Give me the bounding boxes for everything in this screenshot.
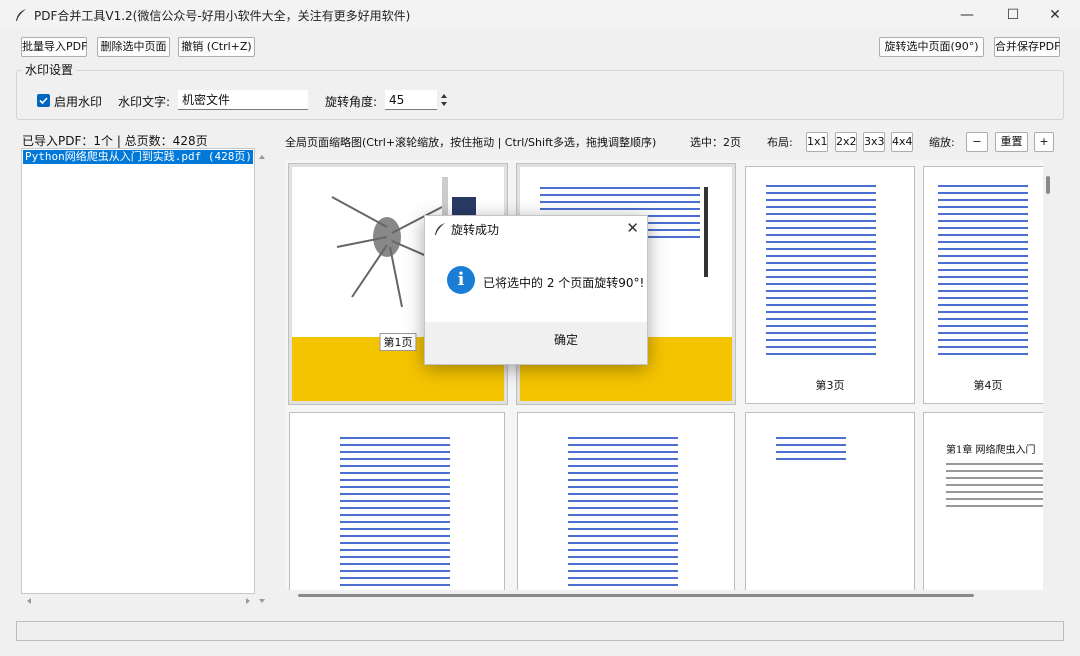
scroll-up-icon[interactable] (255, 150, 269, 164)
file-list-scrollbar[interactable] (255, 148, 269, 608)
delete-selected-button[interactable]: 删除选中页面 (97, 37, 170, 57)
toc-lines (766, 185, 876, 360)
canvas-hscroll-thumb[interactable] (298, 594, 974, 597)
body-text-lines (946, 463, 1043, 512)
feather-icon (16, 9, 26, 21)
title-bar: PDF合并工具V1.2(微信公众号-好用小软件大全，关注有更多好用软件) — ☐… (0, 0, 1080, 30)
watermark-group (16, 70, 1064, 120)
dialog-message: 已将选中的 2 个页面旋转90°! (483, 276, 645, 290)
maximize-button[interactable]: ☐ (990, 0, 1036, 30)
close-window-button[interactable]: ✕ (1032, 0, 1078, 30)
app-window: PDF合并工具V1.2(微信公众号-好用小软件大全，关注有更多好用软件) — ☐… (0, 0, 1080, 656)
layout-1x1-button[interactable]: 1x1 (806, 132, 828, 152)
import-summary: 已导入PDF：1个 | 总页数：428页 (22, 134, 208, 148)
preview-hint: 全局页面缩略图(Ctrl+滚轮缩放，按住拖动 | Ctrl/Shift多选，拖拽… (285, 136, 657, 149)
dialog-footer (425, 322, 647, 364)
page-label: 第4页 (970, 377, 1006, 393)
rotate-success-dialog: 旋转成功 ✕ i 已将选中的 2 个页面旋转90°! (424, 215, 648, 365)
layout-3x3-button[interactable]: 3x3 (863, 132, 885, 152)
dialog-ok-button[interactable]: 确定 (554, 331, 578, 348)
dialog-close-icon[interactable]: ✕ (626, 219, 639, 237)
canvas-vscroll-thumb[interactable] (1046, 176, 1050, 194)
layout-label: 布局: (767, 136, 793, 149)
spinner-arrows-icon (441, 94, 447, 106)
page-label: 第3页 (812, 377, 848, 393)
window-title: PDF合并工具V1.2(微信公众号-好用小软件大全，关注有更多好用软件) (34, 9, 411, 23)
page-thumbnail[interactable] (745, 412, 915, 590)
toc-lines (938, 185, 1028, 360)
angle-spinner[interactable] (438, 91, 450, 109)
rotation-angle-input[interactable]: 45 (385, 90, 437, 110)
toc-lines (776, 437, 846, 465)
minimize-button[interactable]: — (944, 0, 990, 30)
feather-icon (435, 223, 445, 235)
merge-save-button[interactable]: 合并保存PDF (994, 37, 1060, 57)
toc-lines (568, 437, 678, 590)
page-thumbnail[interactable]: 第4页 (923, 166, 1043, 404)
rotation-angle-label: 旋转角度: (325, 95, 378, 109)
thumbnail-canvas[interactable]: 第1页 第3页 第4页 第1章 网络爬虫入门 (285, 160, 1043, 590)
chapter-heading: 第1章 网络爬虫入门 (946, 445, 1036, 456)
rotate-selected-button[interactable]: 旋转选中页面(90°) (879, 37, 984, 57)
batch-import-button[interactable]: 批量导入PDF (21, 37, 87, 57)
zoom-out-button[interactable]: − (966, 132, 988, 152)
check-icon (39, 97, 48, 105)
watermark-group-title: 水印设置 (22, 61, 77, 78)
undo-button[interactable]: 撤销 (Ctrl+Z) (178, 37, 255, 57)
zoom-in-button[interactable]: + (1034, 132, 1054, 152)
spine-text (704, 187, 708, 277)
selected-count: 选中：2页 (690, 136, 741, 149)
scroll-left-icon[interactable] (22, 594, 36, 608)
enable-watermark-checkbox[interactable] (37, 94, 50, 107)
page-thumbnail[interactable] (289, 412, 505, 590)
file-list[interactable]: Python网络爬虫从入门到实践.pdf (428页) (21, 148, 255, 594)
info-icon: i (447, 266, 475, 294)
watermark-text-label: 水印文字: (118, 95, 171, 109)
page-thumbnail[interactable] (517, 412, 735, 590)
scroll-right-icon[interactable] (241, 594, 255, 608)
watermark-text-input[interactable]: 机密文件 (178, 90, 308, 110)
page-label: 第1页 (379, 333, 417, 351)
zoom-reset-button[interactable]: 重置 (995, 132, 1028, 152)
enable-watermark-label[interactable]: 启用水印 (54, 93, 102, 110)
dialog-title: 旋转成功 (451, 223, 500, 237)
scroll-down-icon[interactable] (255, 594, 269, 608)
status-bar (16, 621, 1064, 641)
file-list-item[interactable]: Python网络爬虫从入门到实践.pdf (428页) (23, 150, 253, 164)
page-thumbnail[interactable]: 第1章 网络爬虫入门 (923, 412, 1043, 590)
layout-4x4-button[interactable]: 4x4 (891, 132, 913, 152)
toc-lines (340, 437, 450, 590)
page-thumbnail[interactable]: 第3页 (745, 166, 915, 404)
layout-2x2-button[interactable]: 2x2 (835, 132, 857, 152)
zoom-label: 缩放: (929, 136, 955, 149)
